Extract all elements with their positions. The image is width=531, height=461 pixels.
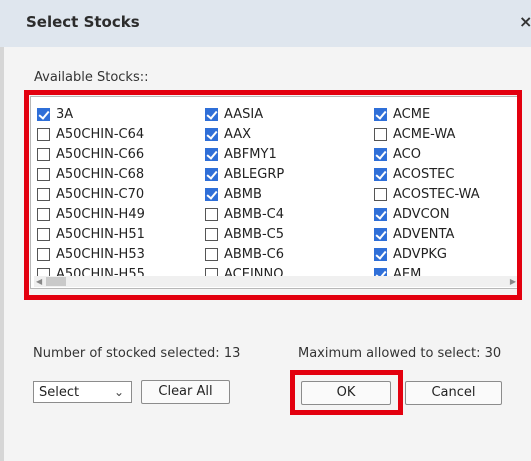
select-dropdown[interactable]: Select ⌄ — [33, 381, 132, 403]
ok-button-highlight — [290, 370, 403, 415]
dialog-title: Select Stocks — [26, 13, 140, 31]
available-stocks-label: Available Stocks:: — [34, 70, 149, 85]
cancel-button[interactable]: Cancel — [405, 381, 502, 405]
clear-all-button[interactable]: Clear All — [141, 380, 230, 404]
dialog-left-border — [0, 0, 4, 461]
close-icon[interactable]: × — [519, 12, 531, 31]
selected-count-text: Number of stocked selected: 13 — [33, 346, 241, 361]
select-stocks-dialog: Select Stocks × Available Stocks:: 3A A5… — [0, 0, 531, 461]
chevron-down-icon: ⌄ — [113, 385, 124, 399]
select-dropdown-value: Select — [39, 385, 80, 400]
dialog-titlebar: Select Stocks × — [0, 0, 531, 47]
max-allowed-text: Maximum allowed to select: 30 — [298, 346, 502, 361]
stock-list-highlight — [24, 90, 522, 300]
